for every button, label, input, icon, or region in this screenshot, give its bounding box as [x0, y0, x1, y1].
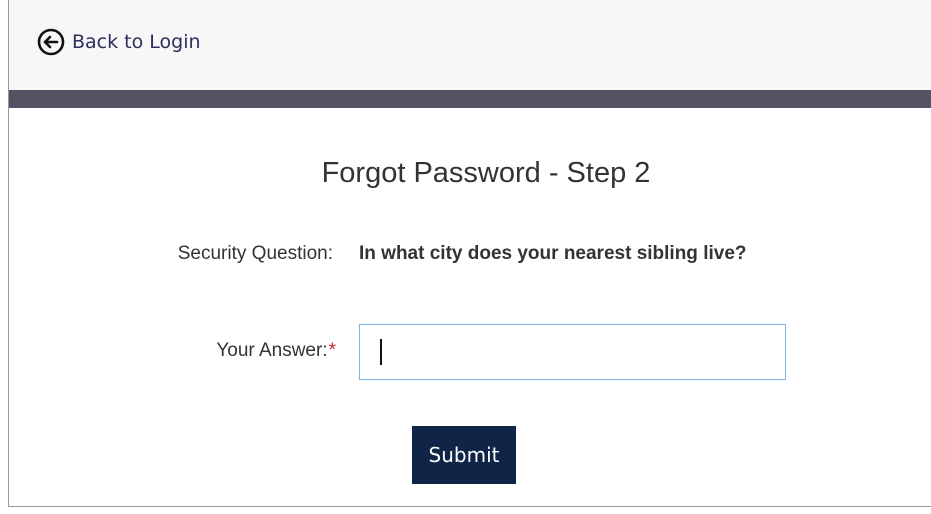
page-title: Forgot Password - Step 2	[321, 157, 651, 189]
security-question-label: Security Question:	[177, 243, 333, 264]
forgot-password-form: Forgot Password - Step 2 Security Questi…	[9, 108, 931, 506]
required-marker: *	[328, 340, 336, 361]
answer-input[interactable]	[359, 324, 786, 380]
header-bar: Back to Login	[9, 0, 931, 90]
answer-label: Your Answer:*	[216, 340, 336, 362]
answer-label-text: Your Answer:	[216, 340, 328, 361]
page-frame: Back to Login Forgot Password - Step 2 S…	[8, 0, 931, 507]
security-question-text: In what city does your nearest sibling l…	[359, 243, 747, 264]
back-to-login-link[interactable]: Back to Login	[37, 28, 201, 56]
back-to-login-label: Back to Login	[72, 31, 201, 53]
submit-button[interactable]: Submit	[412, 426, 516, 484]
divider-bar	[9, 90, 931, 108]
arrow-left-circle-icon	[37, 28, 65, 56]
text-cursor	[380, 339, 382, 365]
